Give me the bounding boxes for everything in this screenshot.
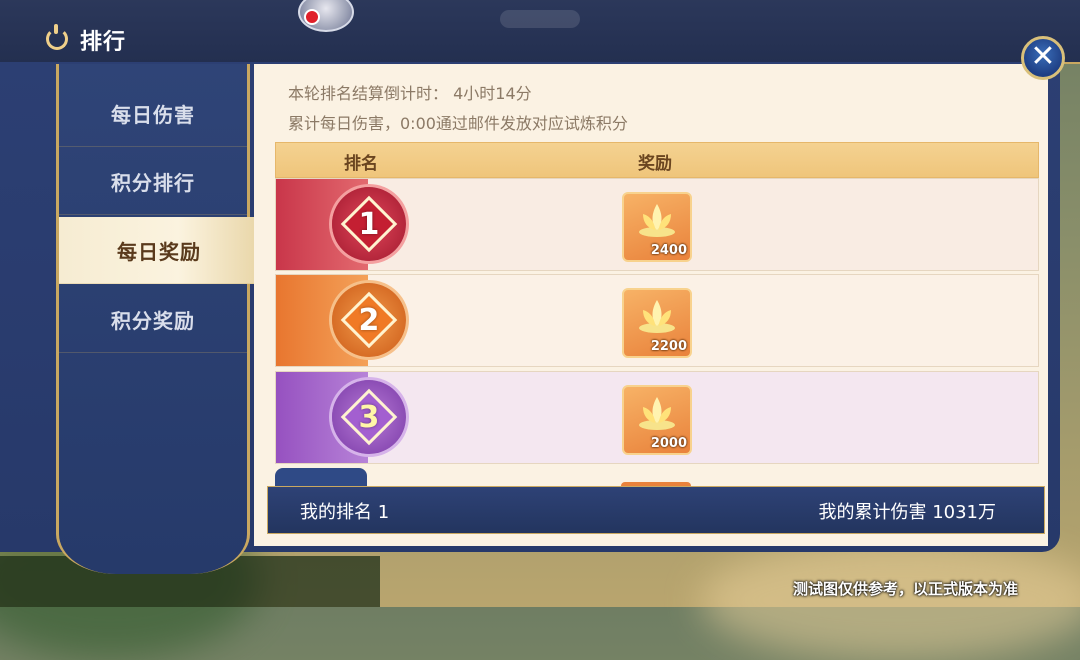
table-row: 1 2400 [275,178,1039,271]
reward-item[interactable]: 2400 [622,192,692,262]
table-row: 3 2000 [275,371,1039,464]
my-rank-text: 我的排名 1 [300,502,390,523]
rank-badge: 1 [332,187,406,261]
page-title: 排行 [80,30,127,55]
reward-count: 2400 [650,243,687,258]
hud-placeholder [500,10,580,28]
table-header: 排名 奖励 [275,142,1039,178]
rank-badge: 3 [332,380,406,454]
notification-dot-icon [304,9,320,25]
description-text: 累计每日伤害，0:00通过邮件发放对应试炼积分 [288,114,628,133]
tab-daily-reward[interactable]: 每日奖励 [59,217,271,284]
rank-icon [46,24,68,50]
my-rank-bar: 我的排名 1 我的累计伤害 1031万 [267,486,1045,534]
reward-item[interactable]: 2200 [622,288,692,358]
lotus-icon [639,397,675,430]
rank-badge: 2 [332,283,406,357]
countdown-text: 本轮排名结算倒计时： 4小时14分 [288,84,532,103]
rank-number: 2 [358,302,380,338]
lotus-icon [639,300,675,333]
background-blur [700,540,1080,660]
reward-column-header: 奖励 [638,154,672,174]
tab-points-ranking[interactable]: 积分排行 [59,148,247,215]
reward-count: 2200 [650,339,687,354]
reward-count: 2000 [650,436,687,451]
disclaimer-text: 测试图仅供参考，以正式版本为准 [792,580,1018,598]
reward-item[interactable]: 2000 [622,385,692,455]
table-row-partial [275,468,1039,488]
rank-number: 1 [358,206,380,242]
close-button[interactable]: ✕ [1021,36,1065,80]
tab-points-reward[interactable]: 积分奖励 [59,286,247,353]
tab-daily-damage[interactable]: 每日伤害 [59,80,247,147]
close-icon: ✕ [1030,39,1056,74]
table-row: 2 2200 [275,274,1039,367]
lotus-icon [639,204,675,237]
my-damage-text: 我的累计伤害 1031万 [818,502,996,523]
rank-number: 3 [358,399,380,435]
rank-column-header: 排名 [344,154,378,174]
